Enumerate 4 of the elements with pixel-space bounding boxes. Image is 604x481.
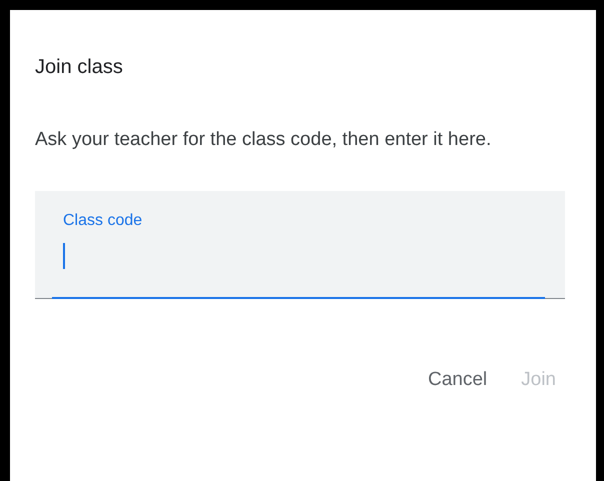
class-code-field[interactable]: Class code <box>35 191 565 299</box>
dialog-title: Join class <box>35 55 124 80</box>
dialog-message: Ask your teacher for the class code, then enter it here. <box>35 128 492 152</box>
dialog-button[interactable]: Cancel <box>418 361 498 399</box>
